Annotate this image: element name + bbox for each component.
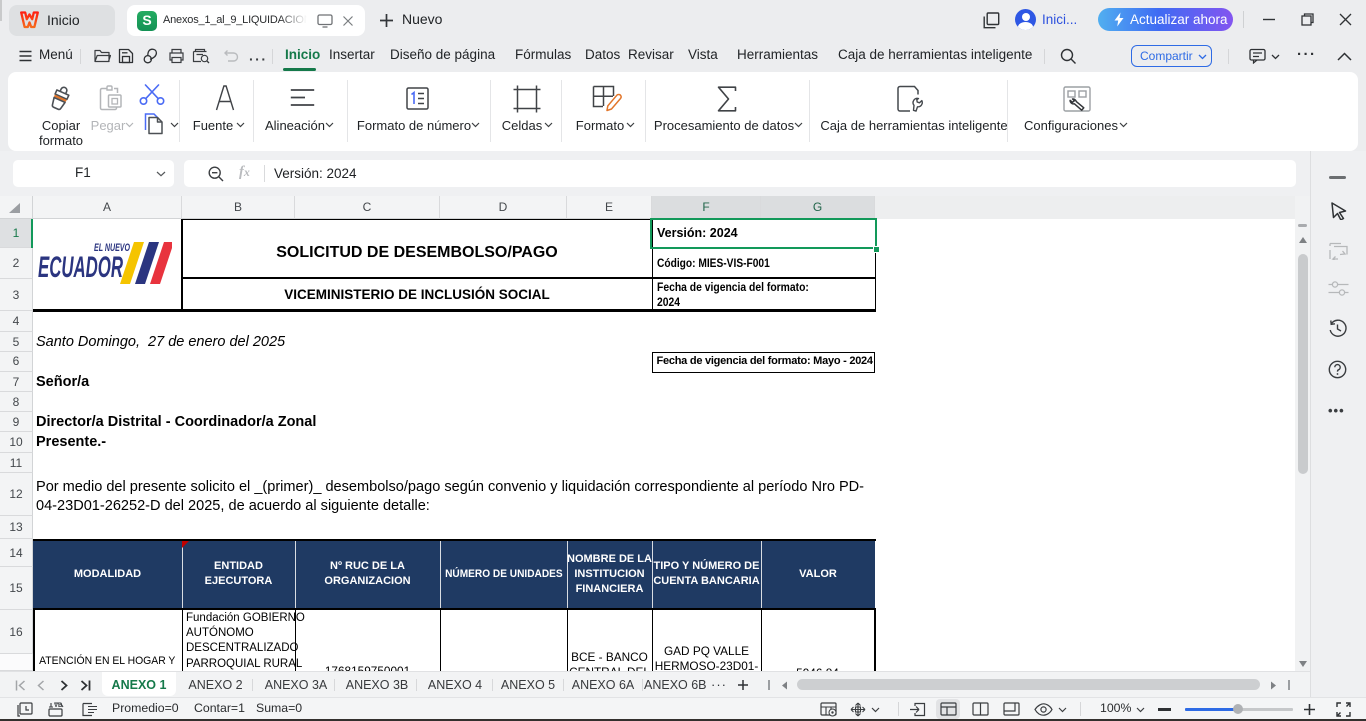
svg-text:ECUADOR: ECUADOR: [38, 251, 123, 284]
svg-text:VB: VB: [54, 703, 63, 709]
